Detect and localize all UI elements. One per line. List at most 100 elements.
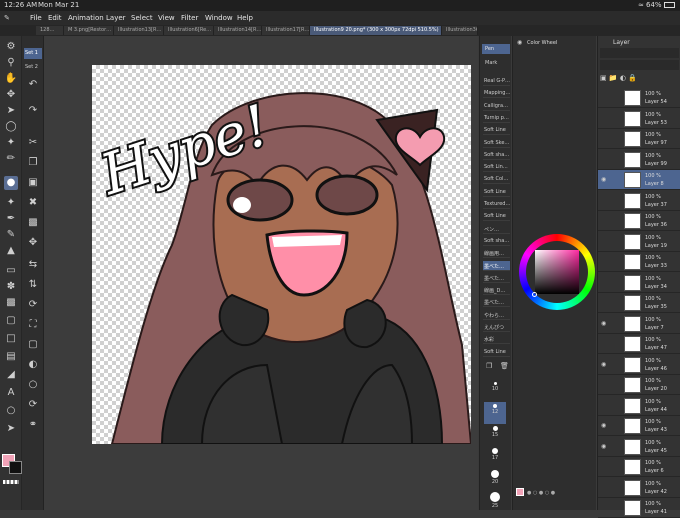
pen-tool-icon[interactable]: ✒ <box>4 212 18 226</box>
sub-color-swatch[interactable] <box>9 461 22 474</box>
menu-layer[interactable]: Layer <box>106 14 126 22</box>
document-tab[interactable]: Illustration36 <box>442 26 478 35</box>
layer-row[interactable]: 100 % Layer 37 <box>598 191 680 211</box>
visibility-eye-icon[interactable] <box>601 197 608 204</box>
layer-row[interactable]: ◉ 100 % Layer 46 <box>598 355 680 375</box>
fill-tool-icon[interactable]: ▩ <box>4 296 18 310</box>
layer-row[interactable]: 100 % Layer 53 <box>598 109 680 129</box>
brush-item[interactable]: Turnip p… <box>483 113 510 123</box>
brush-size-option[interactable]: 15 <box>484 424 506 446</box>
visibility-eye-icon[interactable] <box>601 135 608 142</box>
visibility-eye-icon[interactable] <box>601 258 608 265</box>
menu-animation[interactable]: Animation <box>68 14 104 22</box>
document-tab[interactable]: Illustration17[R… <box>262 26 310 35</box>
brush-item[interactable]: Soft Line <box>483 187 510 197</box>
wrench-icon[interactable]: ⚙ <box>4 40 18 54</box>
layer-row[interactable]: 100 % Layer 35 <box>598 293 680 313</box>
frame-tool-icon[interactable]: ▤ <box>4 350 18 364</box>
brush-item[interactable]: 線画用… <box>483 248 510 259</box>
visibility-eye-icon[interactable] <box>601 217 608 224</box>
visibility-eye-icon[interactable]: ◉ <box>601 422 608 429</box>
lock-icon[interactable]: 🔒 <box>628 74 637 82</box>
cut-icon[interactable]: ✂ <box>26 136 40 150</box>
transparent-color-swatch[interactable] <box>3 480 19 484</box>
layer-row[interactable]: ◉ 100 % Layer 45 <box>598 437 680 457</box>
saturation-value-square[interactable] <box>535 250 579 294</box>
selection-launcher-icon[interactable]: ○ <box>26 378 40 392</box>
zoom-tool-icon[interactable]: ⚲ <box>4 56 18 70</box>
app-logo-icon[interactable]: ✎ <box>4 14 10 22</box>
visibility-eye-icon[interactable]: ◉ <box>601 176 608 183</box>
new-layer-icon[interactable]: ▣ <box>600 74 607 82</box>
text-tool-icon[interactable]: A <box>4 386 18 400</box>
visibility-eye-icon[interactable] <box>601 381 608 388</box>
visibility-eye-icon[interactable] <box>601 94 608 101</box>
menu-file[interactable]: File <box>30 14 42 22</box>
menu-filter[interactable]: Filter <box>181 14 198 22</box>
subtool-set-1[interactable]: Set 1 <box>24 48 42 59</box>
visibility-eye-icon[interactable]: ◉ <box>601 443 608 450</box>
brush-size-option[interactable]: 12 <box>484 402 506 424</box>
brush-size-option[interactable]: 10 <box>484 380 506 402</box>
paste-icon[interactable]: ▣ <box>26 176 40 190</box>
document-tab[interactable]: 128… <box>36 26 64 35</box>
operation-tool-icon[interactable]: ➤ <box>4 104 18 118</box>
brush-item[interactable]: Soft Line <box>483 211 510 222</box>
document-tab[interactable]: M 3.png[Restor… <box>64 26 114 35</box>
brush-item[interactable]: 墨べた… <box>483 260 510 271</box>
brush-size-option[interactable]: 25 <box>484 490 506 512</box>
subtool-set-2[interactable]: Set 2 <box>24 62 42 73</box>
visibility-eye-icon[interactable] <box>601 340 608 347</box>
brush-item[interactable]: Real G-P… <box>483 76 510 86</box>
layer-row[interactable]: ◉ 100 % Layer 7 <box>598 314 680 334</box>
menu-edit[interactable]: Edit <box>48 14 62 22</box>
tab-pen[interactable]: Pen <box>482 44 510 54</box>
visibility-eye-icon[interactable] <box>601 279 608 286</box>
blend-mode-select[interactable] <box>600 48 679 58</box>
redo-icon[interactable]: ↷ <box>26 104 40 118</box>
menu-help[interactable]: Help <box>237 14 253 22</box>
visibility-eye-icon[interactable] <box>601 238 608 245</box>
color-picker-handle[interactable] <box>532 292 537 297</box>
move-tool-icon[interactable]: ✥ <box>4 88 18 102</box>
layer-row[interactable]: 100 % Layer 47 <box>598 334 680 354</box>
layer-row[interactable]: ◉ 100 % Layer 43 <box>598 416 680 436</box>
document-tab-active[interactable]: Illustration9 20.png* (300 x 300px 72dpi… <box>310 26 442 35</box>
brush-item[interactable]: Soft Lin… <box>483 162 510 173</box>
rotate-icon[interactable]: ⟳ <box>26 298 40 312</box>
trash-icon[interactable]: 🗑 <box>500 362 509 370</box>
brush-item[interactable]: Mapping… <box>483 88 510 99</box>
brush-item[interactable]: 線画_D… <box>483 285 510 296</box>
visibility-eye-icon[interactable] <box>601 299 608 306</box>
eyedropper-icon[interactable]: ✏ <box>4 152 18 166</box>
menu-view[interactable]: View <box>158 14 175 22</box>
decoration-tool-icon[interactable]: ✦ <box>4 196 18 210</box>
gradient-tool-icon[interactable]: ▢ <box>4 314 18 328</box>
layer-row[interactable]: 100 % Layer 33 <box>598 252 680 272</box>
brush-tool-icon[interactable]: ● <box>4 176 18 190</box>
layer-row[interactable]: 100 % Layer 34 <box>598 273 680 293</box>
balloon-tool-icon[interactable]: ○ <box>4 404 18 418</box>
layer-row[interactable]: 100 % Layer 20 <box>598 375 680 395</box>
visibility-eye-icon[interactable]: ◉ <box>601 320 608 327</box>
undo-icon[interactable]: ↶ <box>26 78 40 92</box>
layer-row[interactable]: 100 % Layer 97 <box>598 129 680 149</box>
layer-row[interactable]: ◉ 100 % Layer 8 <box>598 170 680 190</box>
correct-line-icon[interactable]: ➤ <box>4 422 18 436</box>
copy-icon[interactable]: ❐ <box>26 156 40 170</box>
visibility-eye-icon[interactable] <box>601 115 608 122</box>
brush-size-option[interactable]: 20 <box>484 468 506 490</box>
visibility-eye-icon[interactable] <box>601 484 608 491</box>
layer-row[interactable]: 100 % Layer 41 <box>598 498 680 518</box>
visibility-eye-icon[interactable] <box>601 463 608 470</box>
brush-item[interactable]: 墨べた… <box>483 297 510 308</box>
main-color-mini-swatch[interactable] <box>516 488 524 496</box>
figure-tool-icon[interactable]: □ <box>4 332 18 346</box>
color-slots-icon[interactable]: ● ○ ● ○ ● <box>527 490 555 496</box>
select-all-icon[interactable]: ⛶ <box>26 318 40 332</box>
brush-item[interactable]: ペン… <box>483 224 510 234</box>
brush-item[interactable]: 墨べた… <box>483 273 510 283</box>
visibility-eye-icon[interactable]: ◉ <box>601 361 608 368</box>
airbrush-icon[interactable]: ▲ <box>4 244 18 258</box>
zoom-reset-icon[interactable]: ⟳ <box>26 398 40 412</box>
